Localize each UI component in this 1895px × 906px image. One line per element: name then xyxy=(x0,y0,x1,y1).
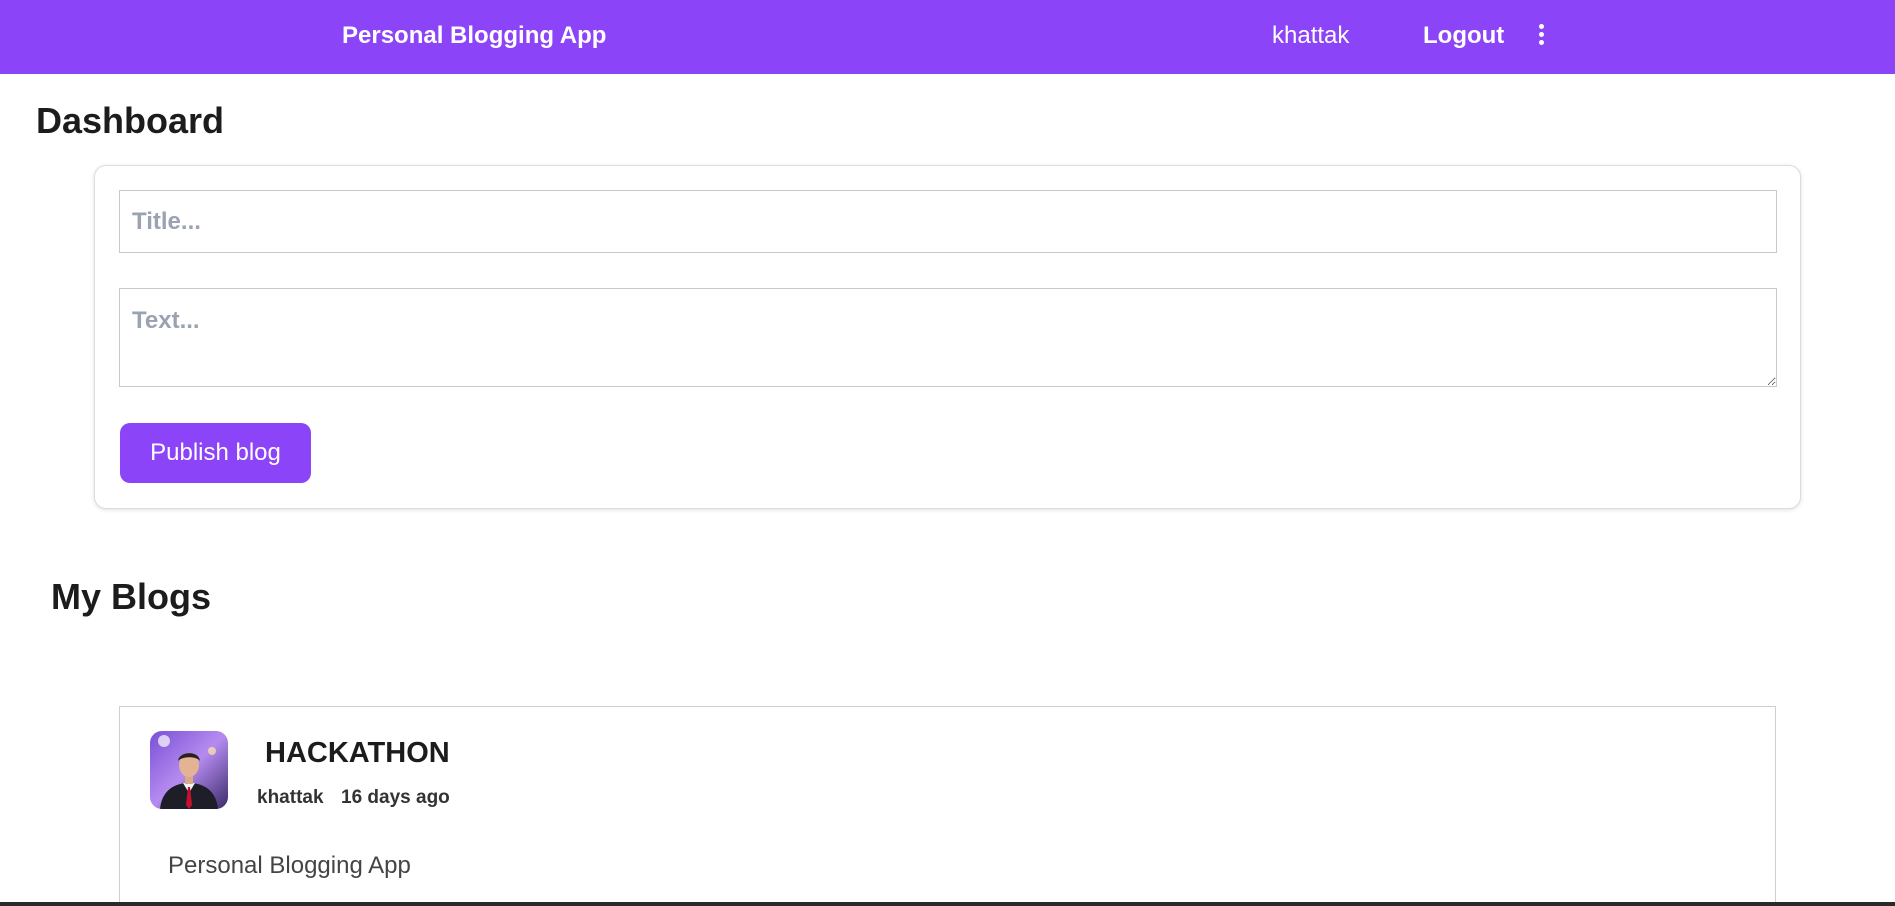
username-label: khattak xyxy=(1272,22,1350,49)
avatar xyxy=(150,731,228,809)
blog-card: HACKATHON khattak 16 days ago Personal B… xyxy=(119,706,1776,906)
blog-composer: Publish blog xyxy=(94,165,1801,509)
more-vertical-icon[interactable] xyxy=(1531,24,1551,50)
app-brand[interactable]: Personal Blogging App xyxy=(342,22,606,50)
blog-title[interactable]: HACKATHON xyxy=(265,737,450,770)
author-photo-icon xyxy=(150,731,228,809)
publish-blog-button[interactable]: Publish blog xyxy=(120,423,311,483)
page-title: Dashboard xyxy=(36,100,225,141)
text-input[interactable] xyxy=(119,288,1777,387)
title-input[interactable] xyxy=(119,190,1777,253)
window-bottom-edge xyxy=(0,902,1895,906)
my-blogs-heading: My Blogs xyxy=(51,576,212,617)
top-navbar: Personal Blogging App khattak Logout xyxy=(0,0,1895,74)
blog-date: 16 days ago xyxy=(341,787,450,808)
blog-body: Personal Blogging App xyxy=(168,852,411,879)
logout-button[interactable]: Logout xyxy=(1423,22,1504,50)
blog-author: khattak xyxy=(257,787,324,808)
